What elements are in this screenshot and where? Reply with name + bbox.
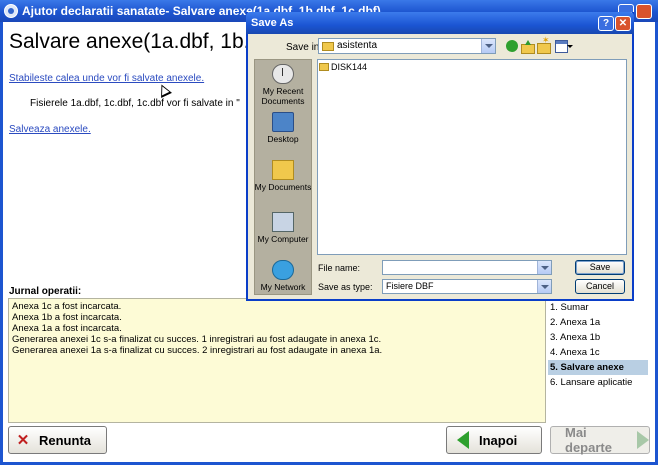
file-name-input[interactable] — [382, 260, 552, 275]
desktop-icon — [272, 112, 294, 132]
save-in-label: Save in: — [286, 42, 323, 53]
place-desktop[interactable]: Desktop — [254, 112, 312, 144]
place-label: My Network — [260, 282, 306, 292]
app-icon — [4, 4, 18, 18]
save-in-value: asistenta — [337, 40, 378, 51]
set-path-link[interactable]: Stabileste calea unde vor fi salvate ane… — [9, 73, 204, 84]
place-my-documents[interactable]: My Documents — [254, 160, 312, 192]
place-label: My Computer — [257, 234, 309, 244]
file-item-disk144[interactable]: DISK144 — [319, 62, 367, 72]
save-as-type-value: Fisiere DBF — [386, 281, 434, 291]
save-as-type-label: Save as type: — [318, 282, 373, 292]
log-textarea[interactable]: Anexa 1c a fost incarcata. Anexa 1b a fo… — [8, 298, 546, 423]
arrow-right-icon — [637, 431, 649, 449]
save-as-type-dropdown[interactable]: Fisiere DBF — [382, 279, 552, 294]
cancel-button-label: Renunta — [39, 432, 91, 448]
network-icon — [272, 260, 294, 280]
step-anexa-1a: 2. Anexa 1a — [550, 317, 601, 328]
cancel-button[interactable]: ✕ Renunta — [8, 426, 107, 454]
chevron-down-icon[interactable] — [537, 261, 551, 274]
step-anexa-1b: 3. Anexa 1b — [550, 332, 601, 343]
back-arrow-icon[interactable] — [506, 40, 518, 52]
place-label: My Documents — [254, 182, 312, 192]
log-line: Anexa 1c a fost incarcata. — [12, 301, 122, 312]
file-list[interactable] — [317, 59, 627, 255]
save-annexes-link[interactable]: Salveaza anexele. — [9, 124, 91, 135]
place-my-computer[interactable]: My Computer — [254, 212, 312, 244]
file-item-label: DISK144 — [331, 62, 368, 72]
documents-folder-icon — [272, 160, 294, 180]
folder-icon — [322, 42, 334, 51]
page-title: Salvare anexe(1a.dbf, 1b.dbf — [9, 30, 279, 53]
new-folder-icon[interactable] — [537, 35, 551, 54]
place-recent-documents[interactable]: My Recent Documents — [254, 64, 312, 106]
computer-icon — [272, 212, 294, 232]
place-label: Desktop — [267, 134, 299, 144]
arrow-left-icon — [457, 431, 469, 449]
back-button-label: Inapoi — [479, 432, 518, 448]
place-my-network[interactable]: My Network — [254, 260, 312, 292]
log-line: Anexa 1b a fost incarcata. — [12, 312, 122, 323]
log-line: Generarea anexei 1c s-a finalizat cu suc… — [12, 334, 382, 345]
place-label: My Recent Documents — [261, 86, 305, 106]
clock-icon — [272, 64, 294, 84]
step-lansare-aplicatie: 6. Lansare aplicatie — [550, 377, 633, 388]
close-icon: ✕ — [16, 432, 30, 449]
up-folder-icon[interactable] — [521, 40, 535, 54]
views-menu-icon[interactable] — [555, 40, 573, 53]
step-anexa-1c: 4. Anexa 1c — [550, 347, 600, 358]
next-button-label: Mai departe — [565, 425, 612, 455]
folder-icon — [319, 63, 329, 71]
files-info-text: Fisierele 1a.dbf, 1c.dbf, 1c.dbf vor fi … — [30, 98, 240, 109]
log-line: Anexa 1a a fost incarcata. — [12, 323, 122, 334]
back-button[interactable]: Inapoi — [446, 426, 542, 454]
help-button[interactable]: ? — [598, 16, 614, 31]
step-sumar: 1. Sumar — [550, 302, 589, 313]
close-button[interactable] — [636, 4, 652, 19]
save-in-dropdown[interactable]: asistenta — [318, 38, 496, 54]
next-button[interactable]: Mai departe — [550, 425, 650, 455]
file-name-label: File name: — [318, 263, 361, 273]
step-salvare-anexe: 5. Salvare anexe — [548, 360, 648, 375]
dialog-title: Save As — [251, 17, 294, 29]
dialog-titlebar: Save As ? ✕ — [246, 12, 634, 34]
chevron-down-icon[interactable] — [481, 39, 495, 53]
dialog-cancel-button[interactable]: Cancel — [575, 279, 625, 294]
wizard-steps: 1. Sumar 2. Anexa 1a 3. Anexa 1b 4. Anex… — [548, 300, 648, 390]
log-label: Jurnal operatii: — [9, 286, 82, 297]
log-line: Generarea anexei 1a s-a finalizat cu suc… — [12, 345, 383, 356]
dialog-save-button[interactable]: Save — [575, 260, 625, 275]
chevron-down-icon[interactable] — [537, 280, 551, 293]
dialog-close-button[interactable]: ✕ — [615, 16, 631, 31]
